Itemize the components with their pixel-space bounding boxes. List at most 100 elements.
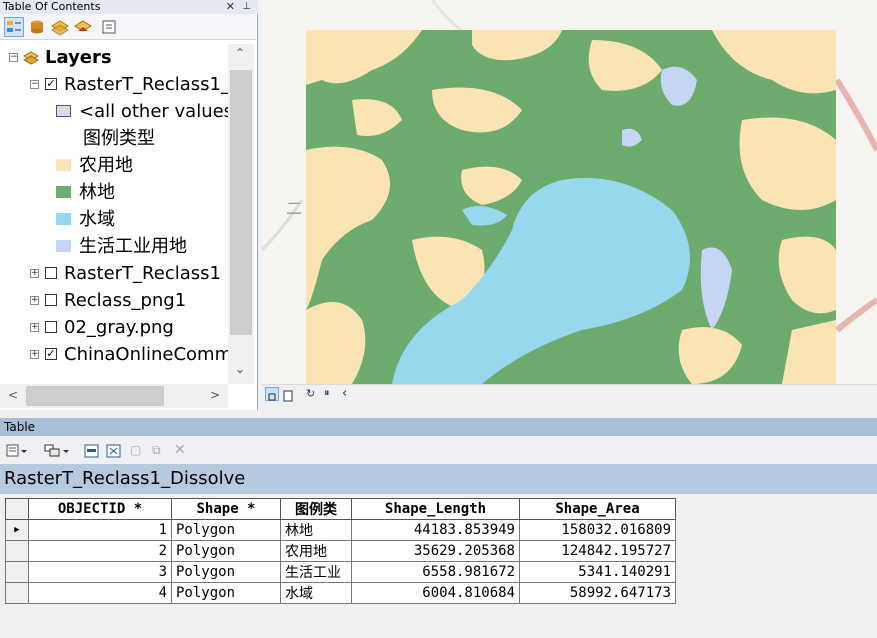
layout-view-button[interactable] bbox=[282, 387, 296, 402]
layer-label: 02_gray.png bbox=[64, 317, 174, 338]
legend-swatch bbox=[56, 105, 71, 117]
table-row[interactable]: 2 Polygon 农用地 35629.205368 124842.195727 bbox=[5, 540, 676, 562]
row-selector[interactable] bbox=[5, 582, 29, 604]
switch-selection-icon bbox=[106, 444, 121, 458]
layer-label: Reclass_png1 bbox=[64, 290, 187, 311]
zoom-to-selected-icon[interactable]: ⧉ bbox=[152, 443, 161, 458]
legend-field-label: 图例类型 bbox=[83, 128, 155, 149]
map-view[interactable]: 二 bbox=[262, 0, 877, 384]
column-header-shape-length[interactable]: Shape_Length bbox=[351, 498, 520, 520]
pin-icon[interactable]: ⊥ bbox=[242, 0, 251, 14]
switch-selection-button[interactable] bbox=[106, 443, 122, 462]
row-selector-header[interactable] bbox=[5, 498, 29, 520]
table-options-icon bbox=[6, 444, 27, 457]
list-by-selection-button[interactable] bbox=[73, 17, 93, 37]
scroll-left-icon[interactable]: < bbox=[8, 388, 18, 402]
expand-icon[interactable]: + bbox=[30, 350, 39, 359]
cell-shape-area[interactable]: 124842.195727 bbox=[519, 540, 676, 562]
reclass-raster bbox=[306, 30, 836, 384]
select-by-attributes-button[interactable] bbox=[84, 443, 100, 462]
layer-visibility-checkbox[interactable]: ✓ bbox=[45, 78, 57, 90]
column-header-shape-area[interactable]: Shape_Area bbox=[519, 498, 676, 520]
close-icon[interactable]: ✕ bbox=[226, 0, 235, 14]
list-by-source-button[interactable] bbox=[27, 17, 47, 37]
table-of-contents-pane: Table Of Contents ✕ ⊥ − Layers − ✓ Raste… bbox=[0, 0, 258, 410]
collapse-icon[interactable]: − bbox=[30, 80, 39, 89]
table-row[interactable]: 4 Polygon 水域 6004.810684 58992.647173 bbox=[5, 582, 676, 604]
scroll-up-icon[interactable]: ⌃ bbox=[235, 46, 245, 60]
database-icon bbox=[31, 20, 43, 34]
scroll-left-icon[interactable]: ‹ bbox=[342, 386, 347, 401]
refresh-icon[interactable]: ↻ bbox=[306, 387, 315, 400]
clear-selection-icon[interactable]: ▢ bbox=[130, 443, 141, 457]
row-selector[interactable] bbox=[5, 561, 29, 583]
cell-objectid[interactable]: 3 bbox=[28, 561, 172, 583]
legend-swatch bbox=[56, 240, 71, 252]
layer-visibility-checkbox[interactable] bbox=[45, 321, 57, 333]
legend-label: 水域 bbox=[79, 209, 115, 230]
legend-swatch bbox=[56, 213, 71, 225]
layer-visibility-checkbox[interactable] bbox=[45, 294, 57, 306]
drawing-order-icon bbox=[7, 21, 21, 32]
cell-objectid[interactable]: 2 bbox=[28, 540, 172, 562]
table-options-button[interactable] bbox=[6, 443, 28, 462]
cell-shape-length[interactable]: 6004.810684 bbox=[351, 582, 520, 604]
cell-legend-type[interactable]: 水域 bbox=[280, 582, 352, 604]
legend-label: <all other values> bbox=[79, 101, 249, 122]
list-by-drawing-order-button[interactable] bbox=[4, 17, 24, 37]
table-row[interactable]: 3 Polygon 生活工业 6558.981672 5341.140291 bbox=[5, 561, 676, 583]
row-selector-current[interactable]: ▶ bbox=[5, 519, 29, 541]
cell-shape[interactable]: Polygon bbox=[171, 540, 281, 562]
scroll-down-icon[interactable]: ⌄ bbox=[235, 362, 245, 376]
cell-legend-type[interactable]: 生活工业 bbox=[280, 561, 352, 583]
legend-swatch bbox=[56, 186, 71, 198]
expand-icon[interactable]: + bbox=[30, 296, 39, 305]
cell-shape-area[interactable]: 158032.016809 bbox=[519, 519, 676, 541]
layers-visibility-icon bbox=[51, 20, 69, 36]
expand-icon[interactable]: + bbox=[30, 323, 39, 332]
collapse-icon[interactable]: − bbox=[9, 53, 18, 62]
toc-toolbar bbox=[0, 14, 256, 40]
column-header-legend-type[interactable]: 图例类 bbox=[280, 498, 352, 520]
cell-shape-length[interactable]: 44183.853949 bbox=[351, 519, 520, 541]
cell-shape-area[interactable]: 5341.140291 bbox=[519, 561, 676, 583]
cell-objectid[interactable]: 1 bbox=[28, 519, 172, 541]
cell-shape-length[interactable]: 6558.981672 bbox=[351, 561, 520, 583]
globe-icon bbox=[268, 393, 276, 401]
list-by-visibility-button[interactable] bbox=[50, 17, 70, 37]
layers-root-label: Layers bbox=[45, 47, 112, 68]
related-tables-button[interactable] bbox=[44, 443, 70, 462]
cell-shape-area[interactable]: 58992.647173 bbox=[519, 582, 676, 604]
map-view-controls: ↻ ⏸ ‹ bbox=[262, 384, 877, 404]
column-header-shape[interactable]: Shape * bbox=[171, 498, 281, 520]
cell-shape[interactable]: Polygon bbox=[171, 519, 281, 541]
options-icon bbox=[102, 20, 116, 34]
cell-shape[interactable]: Polygon bbox=[171, 561, 281, 583]
table-tab-title[interactable]: RasterT_Reclass1_Dissolve bbox=[0, 464, 877, 494]
select-by-attributes-icon bbox=[84, 444, 99, 458]
map-canvas[interactable]: 二 bbox=[262, 0, 877, 384]
options-button[interactable] bbox=[99, 17, 119, 37]
cell-shape[interactable]: Polygon bbox=[171, 582, 281, 604]
delete-selected-icon[interactable]: ✕ bbox=[174, 442, 186, 458]
cell-objectid[interactable]: 4 bbox=[28, 582, 172, 604]
column-header-objectid[interactable]: OBJECTID * bbox=[28, 498, 172, 520]
cell-legend-type[interactable]: 农用地 bbox=[280, 540, 352, 562]
toc-vertical-scroll-thumb[interactable] bbox=[230, 70, 252, 335]
expand-icon[interactable]: + bbox=[30, 269, 39, 278]
layers-icon bbox=[23, 51, 39, 65]
toc-horizontal-scroll-thumb[interactable] bbox=[26, 386, 164, 406]
selection-icon bbox=[74, 20, 92, 32]
scroll-right-icon[interactable]: > bbox=[210, 388, 220, 402]
layer-visibility-checkbox[interactable]: ✓ bbox=[45, 348, 57, 360]
table-row[interactable]: ▶ 1 Polygon 林地 44183.853949 158032.01680… bbox=[5, 519, 676, 541]
cell-legend-type[interactable]: 林地 bbox=[280, 519, 352, 541]
table-header-row: OBJECTID * Shape * 图例类 Shape_Length Shap… bbox=[5, 498, 676, 520]
data-view-button[interactable] bbox=[265, 387, 279, 401]
row-selector[interactable] bbox=[5, 540, 29, 562]
pause-icon[interactable]: ⏸ bbox=[324, 386, 330, 400]
page-icon bbox=[283, 390, 293, 402]
legend-label: 生活工业用地 bbox=[79, 236, 187, 257]
cell-shape-length[interactable]: 35629.205368 bbox=[351, 540, 520, 562]
layer-visibility-checkbox[interactable] bbox=[45, 267, 57, 279]
